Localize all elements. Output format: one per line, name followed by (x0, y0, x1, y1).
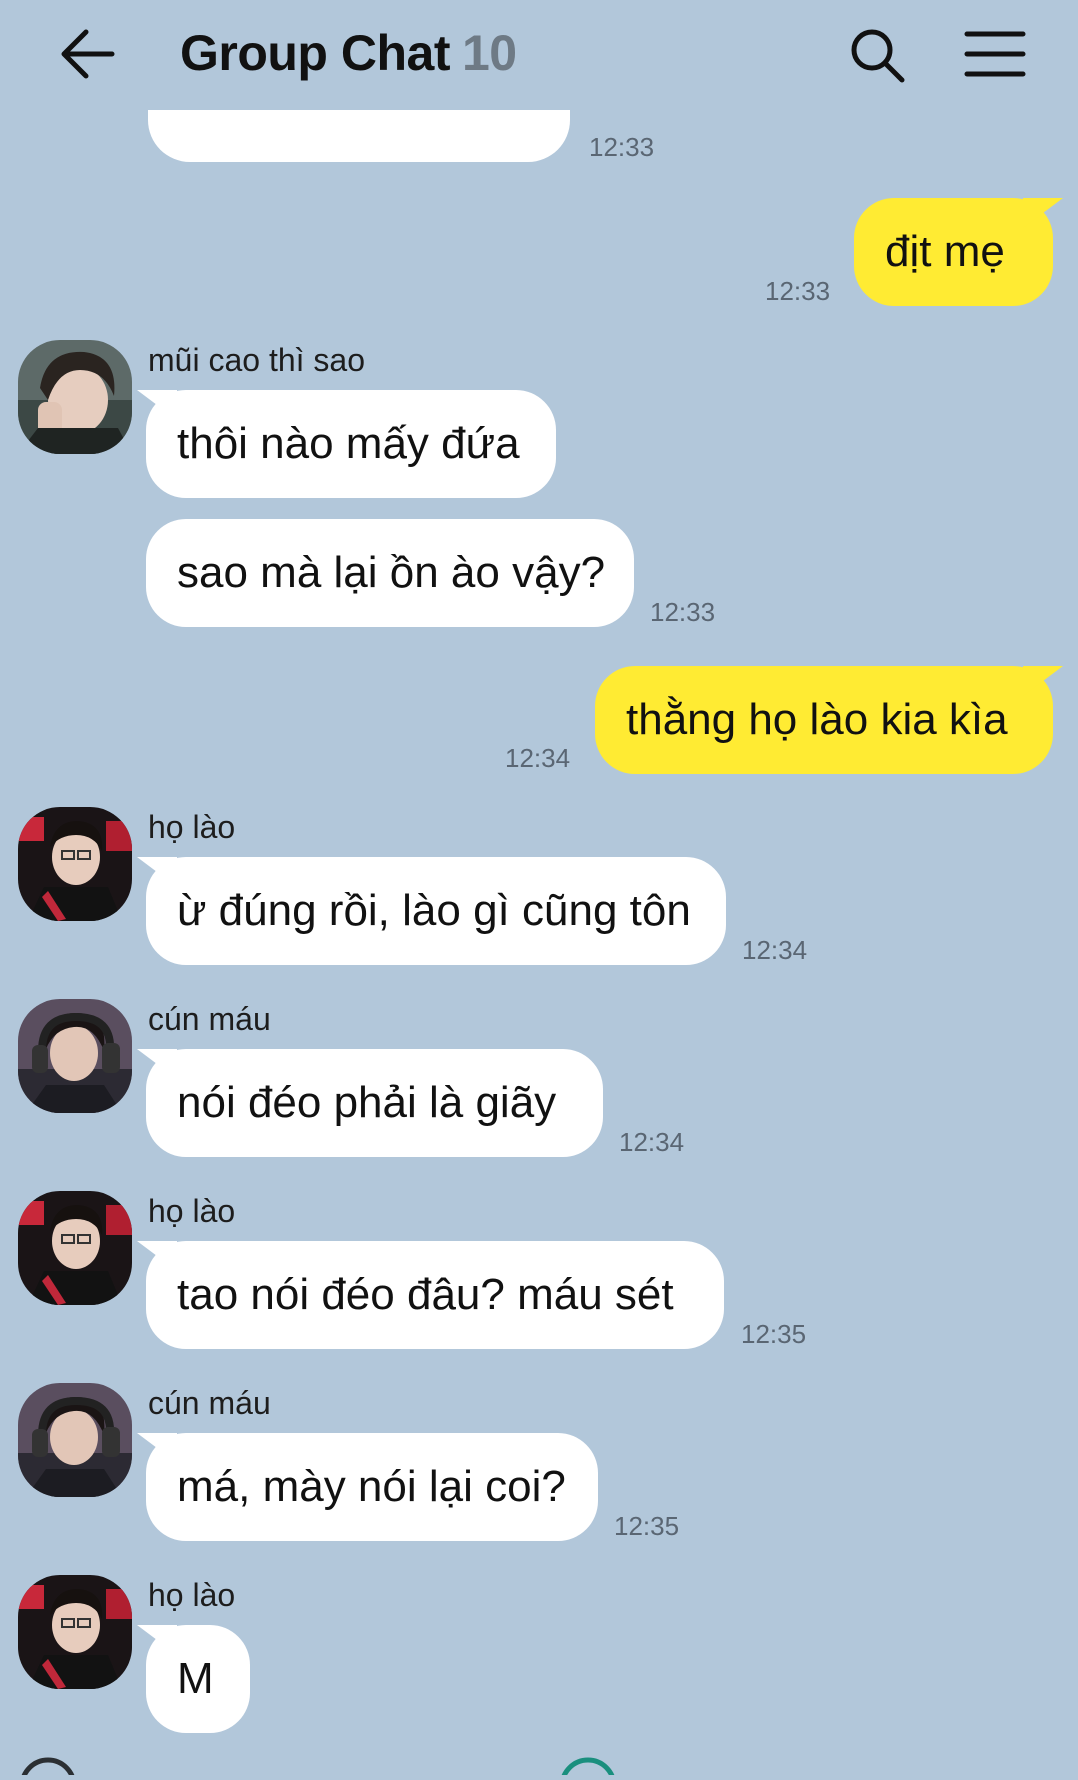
message-text: thằng họ lào kia kìa (626, 695, 1008, 744)
shortcut-icon (560, 1757, 616, 1780)
sender-name: cún máu (148, 1385, 271, 1421)
message-time: 12:33 (589, 132, 655, 162)
sender-name: họ lào (148, 809, 236, 845)
message-bubble[interactable]: sao mà lại ồn ào vậy? (146, 519, 634, 627)
avatar[interactable] (18, 340, 132, 454)
sender-name: họ lào (148, 1577, 236, 1613)
avatar[interactable] (18, 807, 132, 921)
top-bar: Group Chat 10 (0, 0, 1078, 110)
message-bubble[interactable]: thôi nào mấy đứa (146, 390, 556, 498)
avatar[interactable] (18, 1191, 132, 1305)
message-text: M (177, 1654, 214, 1703)
message-bubble[interactable]: tao nói đéo đâu? máu sét (146, 1241, 724, 1349)
avatar[interactable] (18, 1383, 132, 1497)
message-text: tao nói đéo đâu? máu sét (177, 1270, 674, 1319)
search-icon[interactable] (848, 26, 906, 84)
message-time: 12:34 (742, 935, 808, 965)
avatar[interactable] (18, 1575, 132, 1689)
message-text: địt mẹ (885, 227, 1005, 276)
sender-name: cún máu (148, 1001, 271, 1037)
message-text: nói đéo phải là giãy (177, 1078, 557, 1127)
message-text: thôi nào mấy đứa (177, 419, 520, 468)
message-time: 12:34 (505, 743, 571, 773)
message-text: sao mà lại ồn ào vậy? (177, 548, 606, 597)
chat-title-text: Group Chat (180, 25, 450, 81)
message-time: 12:35 (614, 1511, 680, 1541)
message-bubble[interactable]: M (146, 1625, 250, 1733)
my-message-bubble[interactable]: địt mẹ (854, 198, 1053, 306)
message-text: má, mày nói lại coi? (177, 1462, 566, 1511)
message-time: 12:34 (619, 1127, 685, 1157)
menu-icon[interactable] (964, 30, 1026, 78)
chat-area[interactable]: 12:33 địt mẹ 12:33 mũi cao thì sao thôi … (0, 0, 1078, 1780)
message-bubble[interactable]: má, mày nói lại coi? (146, 1433, 598, 1541)
message-bubble[interactable]: ừ đúng rồi, lào gì cũng tôn (146, 857, 726, 965)
my-message-bubble[interactable]: thằng họ lào kia kìa (595, 666, 1053, 774)
sender-name: họ lào (148, 1193, 236, 1229)
avatar[interactable] (18, 999, 132, 1113)
member-count: 10 (461, 25, 517, 81)
message-time: 12:33 (650, 597, 716, 627)
shortcut-icon (20, 1757, 76, 1780)
message-text: ừ đúng rồi, lào gì cũng tôn (177, 886, 691, 935)
back-arrow-icon[interactable] (58, 26, 118, 82)
sender-name: mũi cao thì sao (148, 342, 365, 378)
chat-title: Group Chat 10 (180, 24, 517, 82)
message-time: 12:33 (765, 276, 831, 306)
message-time: 12:35 (741, 1319, 807, 1349)
message-bubble[interactable]: nói đéo phải là giãy (146, 1049, 603, 1157)
bottom-shortcut-bar (0, 1752, 1078, 1780)
